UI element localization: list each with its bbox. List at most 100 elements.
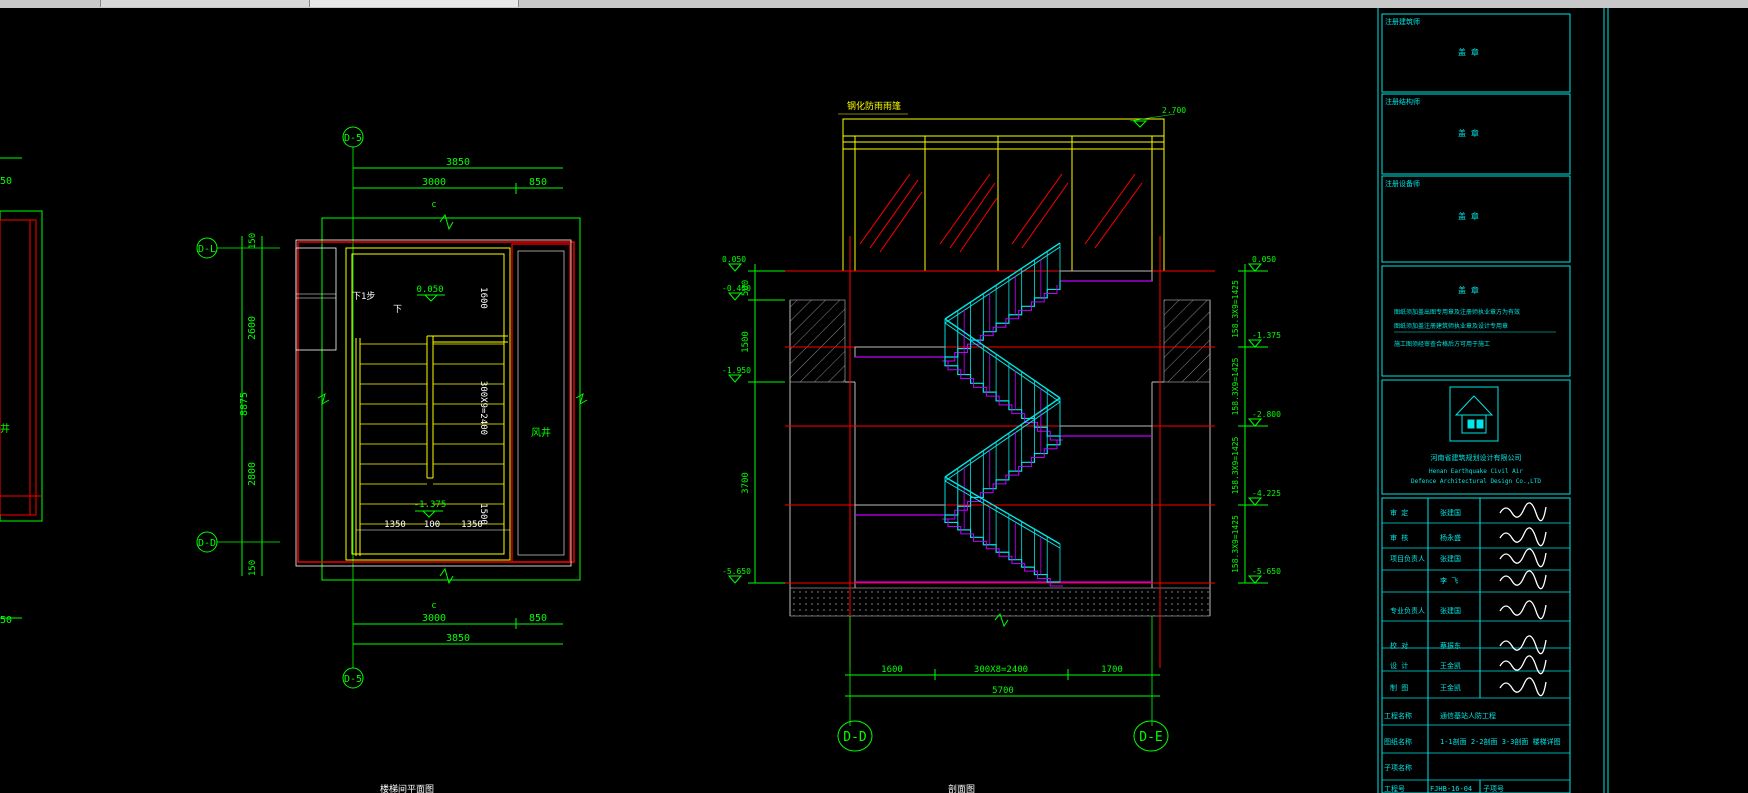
- left-fragment: 50 50 井: [0, 157, 43, 626]
- tb-staff-name: 李 飞: [1440, 576, 1458, 585]
- plan-dim-left-2600: 2600: [247, 316, 258, 340]
- section-handrail-lower: [944, 246, 1061, 324]
- tb-project-value: 通信基站人防工程: [1440, 711, 1496, 720]
- section-right-dim: 158.3X9=1425: [1231, 436, 1240, 494]
- elevation-marker-icon: [1247, 339, 1263, 348]
- elevation-marker-icon: [1247, 575, 1263, 584]
- signature-icon: [1499, 527, 1547, 547]
- plan-run-dim: 300X9=2400: [478, 381, 488, 435]
- section-handrail-lower: [944, 480, 1061, 549]
- tb-row3-seal: 盖 章: [1458, 211, 1479, 221]
- tb-staff-role: 设 计: [1390, 661, 1408, 670]
- tb-staff-name: 张建国: [1440, 554, 1461, 563]
- tb-staff-role: 审 定: [1390, 508, 1408, 517]
- section-right-dim: 158.3X9=1425: [1231, 357, 1240, 415]
- section-handrail: [944, 242, 1061, 320]
- plan-dim-top-a: 3000: [422, 177, 446, 188]
- tb-staff-role: 校 对: [1390, 641, 1408, 650]
- section-bottom-dim-2: 1700: [1101, 665, 1123, 675]
- plan-dim-top-total: 3850: [446, 157, 470, 168]
- section-stair-steps: [944, 515, 1060, 583]
- stair-section[interactable]: 钢化防雨雨篷 2.700 500 1500 3700 0.050-0.450-1…: [722, 100, 1281, 752]
- cad-drawing-canvas[interactable]: 50 50 井 D-5 D-5 D-L D-D 3850 3000 850 c …: [0, 8, 1748, 793]
- section-left-elevations: 0.050 -0.450 -1.950 -5.650: [722, 255, 751, 584]
- left-dim-a: 50: [0, 176, 12, 187]
- tb-staff-role: 审 核: [1390, 533, 1408, 542]
- plan-landing-top: 1600: [478, 287, 488, 309]
- tb-drawing-label: 图纸名称: [1384, 737, 1412, 746]
- left-dim-b: 50: [0, 615, 12, 626]
- section-left-elev: -0.450: [722, 284, 751, 293]
- section-stair-steps: [945, 281, 1061, 358]
- tb-staff-role: 制 图: [1390, 683, 1408, 692]
- title-block[interactable]: 注册建筑师 盖 章 注册结构师 盖 章 注册设备师 盖 章 盖 章 图纸须加盖出…: [1377, 8, 1609, 793]
- plan-dim-left-total: 8875: [239, 392, 250, 416]
- section-right-elevations: 0.050 -1.375 -2.800 -4.225 -5.650 158.3X9=142…: [1231, 255, 1281, 584]
- caption-plan: 楼梯间平面图: [380, 783, 434, 793]
- section-left-elev: -1.950: [722, 366, 751, 375]
- plan-letter-bottom: c: [431, 601, 436, 611]
- plan-dim-bot-b: 850: [529, 613, 547, 624]
- tab-segment-2[interactable]: [101, 0, 310, 7]
- elevation-marker-icon: [1247, 497, 1263, 506]
- signature-icon: [1499, 502, 1547, 522]
- section-right-elev: -2.800: [1252, 410, 1281, 419]
- tb-staff-name: 蔡振东: [1440, 641, 1461, 650]
- tb-number-label: 工程号: [1384, 784, 1405, 793]
- plan-dim-left-2800: 2800: [247, 462, 258, 486]
- plan-label-shaft: 风井: [531, 426, 551, 439]
- tb-staff-role: 专业负责人: [1390, 606, 1425, 615]
- section-stair-steps: [944, 357, 1060, 437]
- signature-icon: [1499, 677, 1547, 697]
- tb-company-en2: Defence Architectural Design Co.,LTD: [1411, 478, 1541, 485]
- elevation-marker-icon: [727, 575, 743, 584]
- tb-subitem-label: 子项名称: [1384, 763, 1412, 772]
- plan-dim-bot-total: 3850: [446, 633, 470, 644]
- stair-plan[interactable]: D-5 D-5 D-L D-D 3850 3000 850 c 3000 850…: [196, 126, 588, 689]
- plan-label-down: 下: [393, 305, 402, 315]
- signature-icon: [1499, 548, 1547, 568]
- section-right-elev: -5.650: [1252, 567, 1281, 576]
- tab-segment-1[interactable]: [0, 0, 101, 7]
- plan-flight-a: 1350: [384, 520, 406, 530]
- section-stair-steps: [945, 436, 1061, 516]
- section-handrail: [944, 318, 1061, 399]
- tb-row2-seal: 盖 章: [1458, 128, 1479, 138]
- plan-axis-top: D-5: [344, 133, 362, 144]
- plan-dim-left-150a: 150: [248, 233, 258, 249]
- plan-dim-bot-a: 3000: [422, 613, 446, 624]
- section-right-elev: -1.375: [1252, 331, 1281, 340]
- company-logo-icon: [1449, 386, 1499, 442]
- plan-axis-left-top: D-L: [198, 244, 216, 255]
- tb-note-2: 施工图须经审查合格后方可用于施工: [1394, 340, 1490, 348]
- section-left-elev: 0.050: [722, 255, 746, 264]
- tb-staff-name: 杨永盛: [1440, 533, 1461, 542]
- section-handrail: [944, 397, 1061, 478]
- section-handrail-lower: [944, 401, 1061, 482]
- elevation-marker-icon: [1247, 418, 1263, 427]
- tb-row2-label: 注册结构师: [1385, 97, 1420, 106]
- caption-section: 剖面图: [948, 783, 975, 793]
- tb-staff-name: 张建国: [1440, 606, 1461, 615]
- tb-row3-label: 注册设备师: [1385, 179, 1420, 188]
- plan-axis-bottom: D-5: [344, 674, 362, 685]
- section-roof-elev: 2.700: [1162, 106, 1186, 115]
- section-axis-right: D-E: [1139, 730, 1162, 745]
- section-left-elev: -5.650: [722, 567, 751, 576]
- section-right-elev: -4.225: [1252, 489, 1281, 498]
- plan-axis-left-bottom: D-D: [198, 538, 216, 549]
- tab-segment-3[interactable]: [310, 0, 519, 7]
- section-bottom-dim-0: 1600: [881, 665, 903, 675]
- tb-drawing-value: 1-1剖面 2-2剖面 3-3剖面 楼梯详图: [1440, 737, 1561, 746]
- section-right-dim: 158.3X9=1425: [1231, 515, 1240, 573]
- tb-staff-name: 王金凯: [1440, 683, 1461, 692]
- section-axis-left: D-D: [843, 730, 867, 745]
- tb-note-1: 图纸须加盖注册建筑师执业章及设计专用章: [1394, 322, 1508, 330]
- left-label: 井: [0, 422, 10, 435]
- plan-elev-top: 0.050: [416, 285, 443, 295]
- elevation-marker-icon: [727, 263, 743, 272]
- elevation-marker-icon: [1247, 263, 1263, 272]
- section-right-dim: 158.3X9=1425: [1231, 280, 1240, 338]
- tb-sheet-label: 子项号: [1483, 785, 1504, 793]
- tb-number-value: FJHB-16-04: [1430, 785, 1472, 793]
